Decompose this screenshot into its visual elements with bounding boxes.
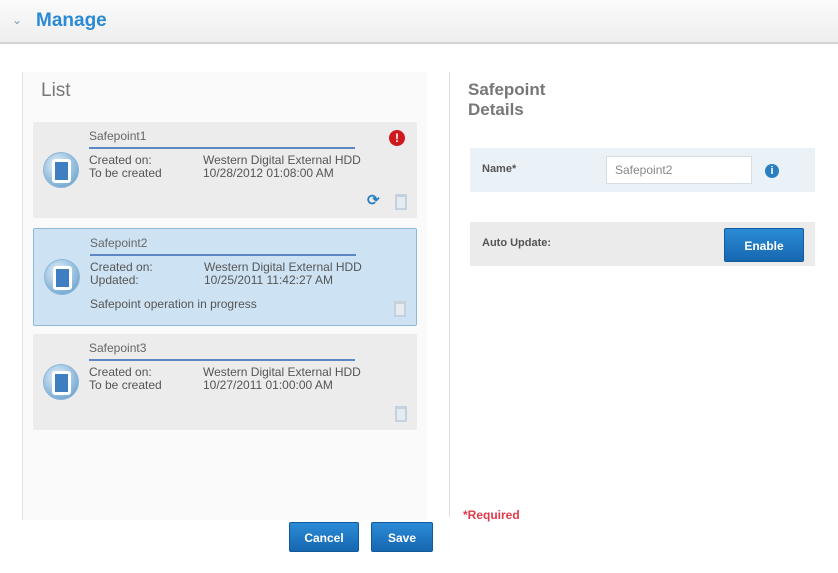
status-text: Safepoint operation in progress [90, 297, 257, 311]
divider [89, 359, 355, 361]
list-item-safepoint3[interactable]: Safepoint3 Created on: Western Digital E… [33, 334, 417, 430]
name-label: Name* [482, 163, 517, 175]
safepoint-disk-icon [44, 259, 80, 295]
list-item-safepoint1[interactable]: Safepoint1 Created on: Western Digital E… [33, 122, 417, 218]
required-note: *Required [463, 508, 520, 522]
info-icon[interactable]: i [765, 164, 779, 178]
state-value: 10/28/2012 01:08:00 AM [203, 166, 334, 180]
chevron-down-icon[interactable]: ⌄ [12, 13, 22, 27]
safepoint-disk-icon [43, 364, 79, 400]
name-field-row: Name* i [470, 148, 815, 192]
alert-icon[interactable]: ! [389, 130, 405, 146]
safepoint-disk-icon [43, 152, 79, 188]
page-title: Manage [36, 10, 107, 31]
safepoint-name: Safepoint2 [90, 236, 148, 250]
trash-icon[interactable] [394, 301, 406, 317]
details-title: Safepoint Details [468, 80, 546, 119]
trash-icon[interactable] [395, 194, 407, 210]
safepoint-info: Created on: Western Digital External HDD… [90, 261, 414, 287]
divider [90, 254, 356, 256]
save-button[interactable]: Save [371, 522, 433, 552]
safepoint-info: Created on: Western Digital External HDD… [89, 366, 413, 392]
enable-button[interactable]: Enable [724, 228, 804, 262]
divider [89, 147, 355, 149]
state-label: To be created [89, 166, 162, 180]
auto-update-row: Auto Update: Enable [470, 222, 815, 266]
cancel-button[interactable]: Cancel [289, 522, 359, 552]
trash-icon[interactable] [395, 406, 407, 422]
updated-value: 10/25/2011 11:42:27 AM [204, 273, 333, 287]
panel-divider [449, 72, 450, 517]
manage-header[interactable]: ⌄ Manage [0, 0, 838, 44]
updated-label: Updated: [90, 273, 139, 287]
state-value: 10/27/2011 01:00:00 AM [203, 378, 333, 392]
list-title: List [41, 80, 71, 101]
safepoint-name: Safepoint3 [89, 341, 147, 355]
auto-update-label: Auto Update: [482, 237, 552, 249]
sync-icon[interactable]: ⟳ [367, 193, 381, 208]
list-item-safepoint2[interactable]: Safepoint2 Created on: Western Digital E… [33, 228, 417, 326]
safepoint-info: Created on: Western Digital External HDD… [89, 154, 413, 180]
state-label: To be created [89, 378, 162, 392]
name-input[interactable] [606, 156, 752, 184]
safepoint-name: Safepoint1 [89, 129, 147, 143]
list-panel: List Safepoint1 Created on: Western Digi… [22, 72, 427, 520]
